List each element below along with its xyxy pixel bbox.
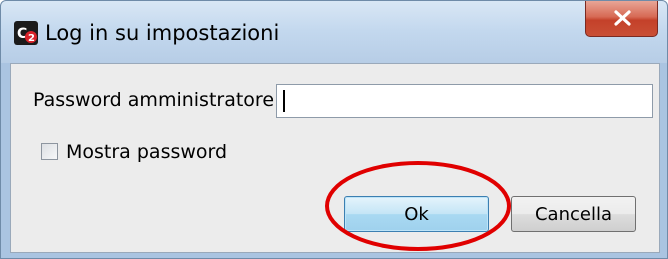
ok-button[interactable]: Ok	[344, 196, 489, 232]
title-bar[interactable]: C 2 Log in su impostazioni	[1, 1, 667, 63]
cancel-button[interactable]: Cancella	[511, 196, 636, 232]
password-label: Password amministratore	[33, 89, 275, 111]
close-button[interactable]	[585, 1, 658, 37]
show-password-checkbox[interactable]	[41, 143, 58, 160]
close-icon	[614, 10, 631, 26]
c2-app-icon: C 2	[14, 21, 38, 45]
svg-text:2: 2	[28, 33, 35, 44]
show-password-label[interactable]: Mostra password	[66, 138, 227, 166]
text-caret	[283, 90, 285, 112]
dialog-body: Password amministratore Mostra password …	[10, 63, 660, 253]
dialog-window: C 2 Log in su impostazioni Password ammi…	[0, 0, 668, 259]
password-field[interactable]	[276, 84, 653, 118]
window-title: Log in su impostazioni	[45, 21, 280, 45]
